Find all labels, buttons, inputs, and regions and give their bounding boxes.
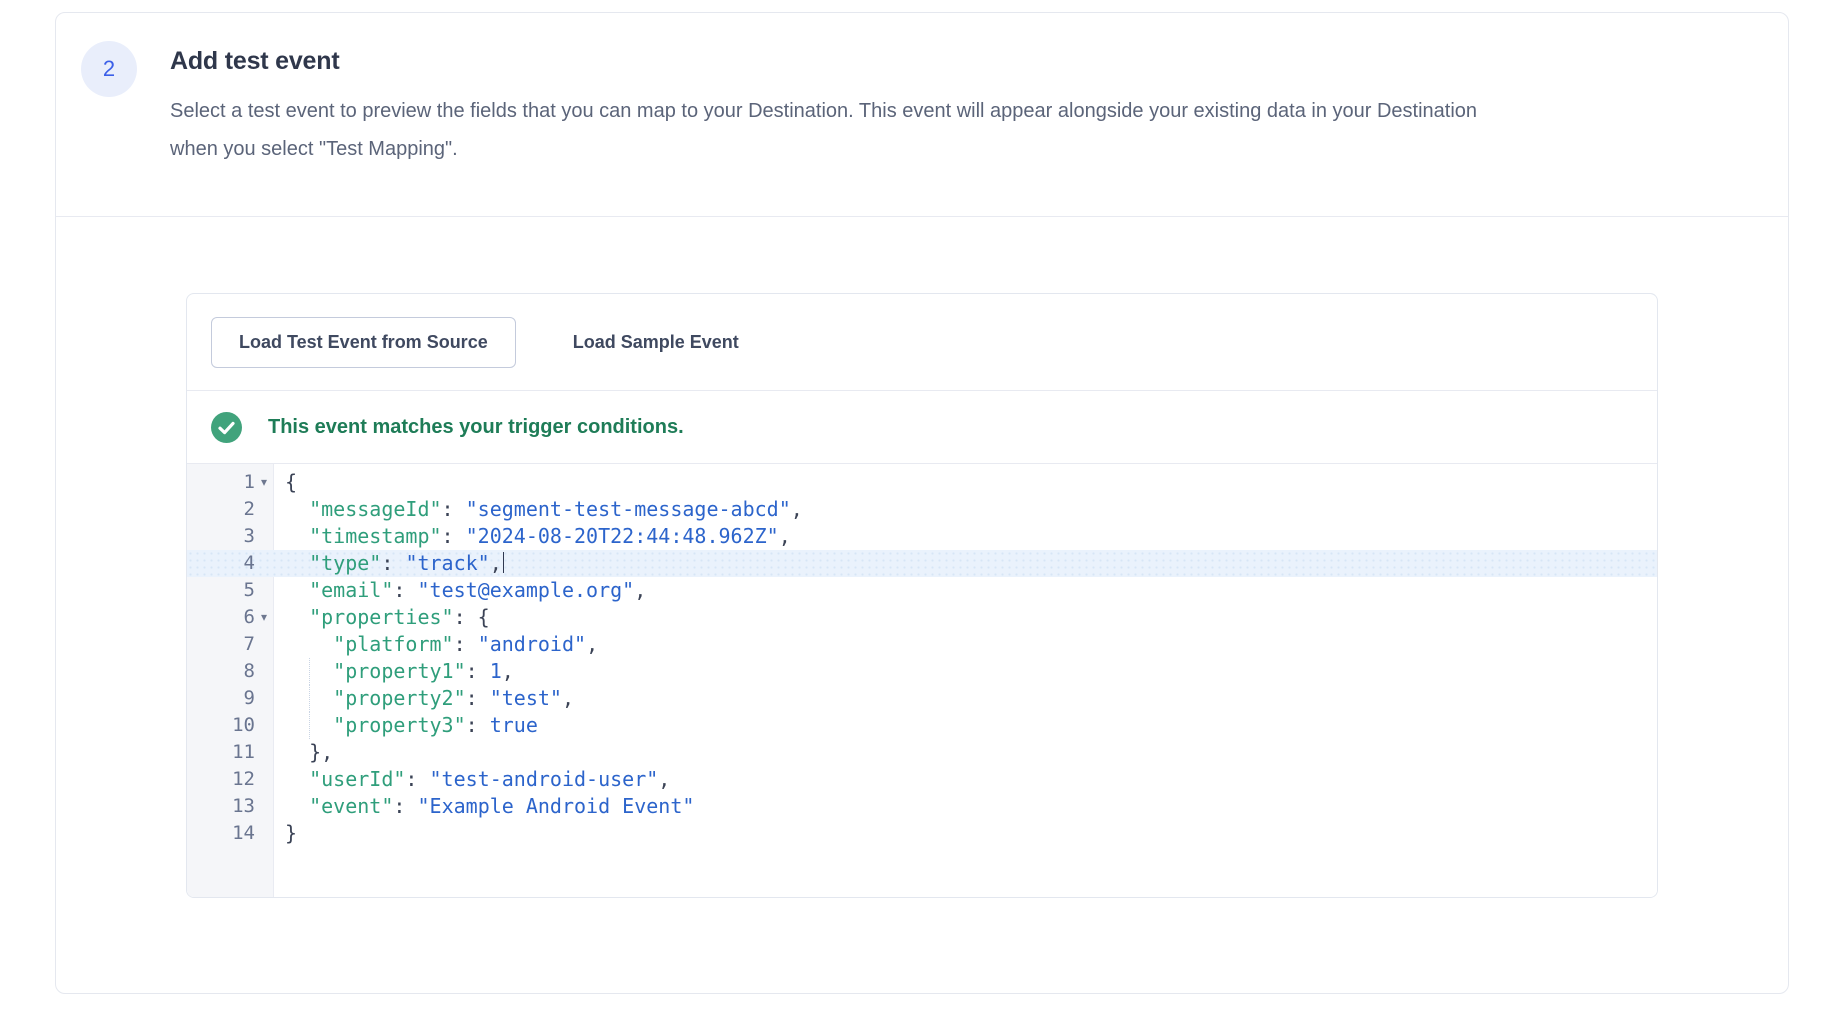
code-line-11[interactable]: 11 },: [187, 739, 1657, 766]
line-number: 5: [244, 577, 255, 604]
line-number: 14: [232, 820, 255, 847]
line-number: 3: [244, 523, 255, 550]
line-number: 10: [232, 712, 255, 739]
line-number: 2: [244, 496, 255, 523]
code-line-2[interactable]: 2 "messageId": "segment-test-message-abc…: [187, 496, 1657, 523]
line-number-gutter: 3: [187, 523, 273, 550]
line-number-gutter: 7: [187, 631, 273, 658]
line-number: 8: [244, 658, 255, 685]
line-number-gutter: 5: [187, 577, 273, 604]
code-line-8[interactable]: 8 "property1": 1,: [187, 658, 1657, 685]
status-message: This event matches your trigger conditio…: [268, 416, 684, 439]
code-line-12[interactable]: 12 "userId": "test-android-user",: [187, 766, 1657, 793]
code-line-9[interactable]: 9 "property2": "test",: [187, 685, 1657, 712]
fold-arrow-icon[interactable]: ▾: [255, 604, 273, 631]
step-number: 2: [103, 56, 115, 82]
page-title: Add test event: [170, 44, 1520, 78]
line-number: 13: [232, 793, 255, 820]
code-line-1[interactable]: 1▾{: [187, 469, 1657, 496]
line-number-gutter: 14: [187, 820, 273, 847]
code-line-3[interactable]: 3 "timestamp": "2024-08-20T22:44:48.962Z…: [187, 523, 1657, 550]
line-number: 7: [244, 631, 255, 658]
step-number-badge: 2: [81, 41, 137, 97]
header-text: Add test event Select a test event to pr…: [170, 41, 1520, 168]
check-circle-icon: [211, 412, 242, 443]
line-number: 1: [244, 469, 255, 496]
code-content[interactable]: "property2": "test",: [273, 685, 1657, 712]
code-line-13[interactable]: 13 "event": "Example Android Event": [187, 793, 1657, 820]
code-content[interactable]: }: [273, 820, 1657, 847]
code-line-7[interactable]: 7 "platform": "android",: [187, 631, 1657, 658]
code-line-5[interactable]: 5 "email": "test@example.org",: [187, 577, 1657, 604]
line-number-gutter: 13: [187, 793, 273, 820]
line-number-gutter: 11: [187, 739, 273, 766]
line-number-gutter: 10: [187, 712, 273, 739]
load-sample-event-button[interactable]: Load Sample Event: [546, 318, 766, 367]
code-content[interactable]: "timestamp": "2024-08-20T22:44:48.962Z",: [273, 523, 1657, 550]
code-content[interactable]: {: [273, 469, 1657, 496]
line-number-gutter: 8: [187, 658, 273, 685]
line-number: 6: [244, 604, 255, 631]
code-line-14[interactable]: 14}: [187, 820, 1657, 847]
code-content[interactable]: "property3": true: [273, 712, 1657, 739]
code-content[interactable]: "messageId": "segment-test-message-abcd"…: [273, 496, 1657, 523]
line-number: 12: [232, 766, 255, 793]
step-description: Select a test event to preview the field…: [170, 92, 1520, 168]
code-line-6[interactable]: 6▾ "properties": {: [187, 604, 1657, 631]
line-number-gutter: 9: [187, 685, 273, 712]
step-body: Load Test Event from Source Load Sample …: [56, 217, 1788, 998]
line-number-gutter: 1▾: [187, 469, 273, 496]
code-lines: 1▾{2 "messageId": "segment-test-message-…: [187, 464, 1657, 847]
line-number: 11: [232, 739, 255, 766]
text-cursor: [503, 552, 505, 573]
code-content[interactable]: },: [273, 739, 1657, 766]
code-line-10[interactable]: 10 "property3": true: [187, 712, 1657, 739]
code-content[interactable]: "platform": "android",: [273, 631, 1657, 658]
line-number-gutter: 12: [187, 766, 273, 793]
step-header: 2 Add test event Select a test event to …: [56, 13, 1788, 217]
code-content[interactable]: "property1": 1,: [273, 658, 1657, 685]
load-test-event-button[interactable]: Load Test Event from Source: [211, 317, 516, 368]
code-content[interactable]: "userId": "test-android-user",: [273, 766, 1657, 793]
fold-arrow-icon[interactable]: ▾: [255, 469, 273, 496]
line-number-gutter: 2: [187, 496, 273, 523]
code-content[interactable]: "email": "test@example.org",: [273, 577, 1657, 604]
line-number: 9: [244, 685, 255, 712]
line-number: 4: [244, 550, 255, 577]
add-test-event-card: 2 Add test event Select a test event to …: [55, 12, 1789, 994]
json-code-editor[interactable]: 1▾{2 "messageId": "segment-test-message-…: [187, 464, 1657, 897]
event-source-toolbar: Load Test Event from Source Load Sample …: [187, 294, 1657, 391]
test-event-panel: Load Test Event from Source Load Sample …: [186, 293, 1658, 898]
code-content[interactable]: "type": "track",: [273, 550, 1657, 577]
code-content[interactable]: "properties": {: [273, 604, 1657, 631]
line-number-gutter: 6▾: [187, 604, 273, 631]
code-line-4[interactable]: 4 "type": "track",: [187, 550, 1657, 577]
line-number-gutter: 4: [187, 550, 273, 577]
trigger-match-status: This event matches your trigger conditio…: [187, 391, 1657, 464]
code-content[interactable]: "event": "Example Android Event": [273, 793, 1657, 820]
